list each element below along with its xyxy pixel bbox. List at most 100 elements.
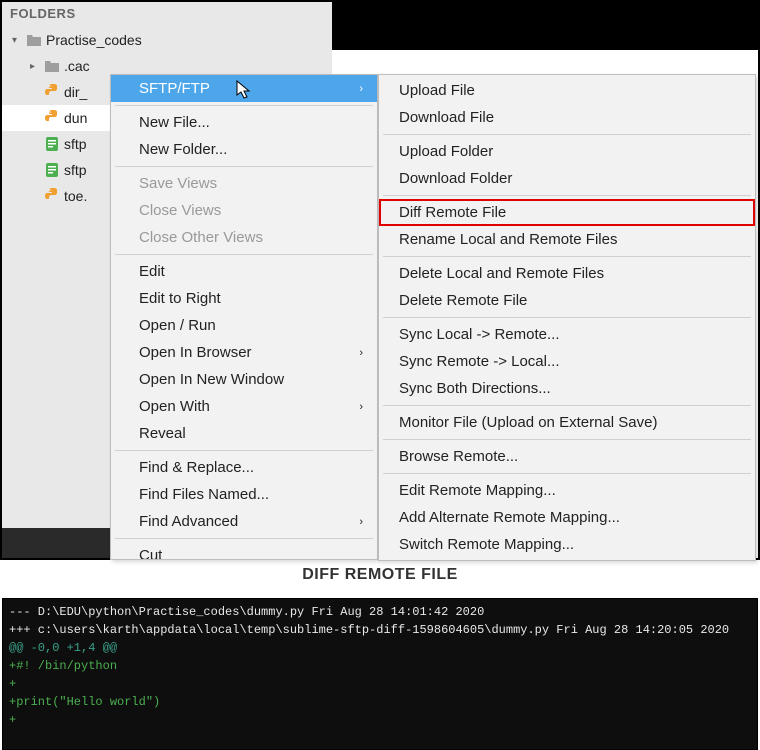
submenu-item[interactable]: Download Folder: [379, 165, 755, 192]
submenu-item-label: Delete Local and Remote Files: [399, 265, 604, 282]
terminal-diff-output: --- D:\EDU\python\Practise_codes\dummy.p…: [2, 598, 758, 750]
submenu-item[interactable]: Download File: [379, 104, 755, 131]
submenu-item[interactable]: Delete Local and Remote Files: [379, 260, 755, 287]
menu-item-label: Close Views: [139, 202, 221, 219]
menu-item[interactable]: Open In New Window: [111, 366, 377, 393]
terminal-line: +print("Hello world"): [9, 693, 751, 711]
menu-item[interactable]: Open With›: [111, 393, 377, 420]
menu-item: Close Views: [111, 197, 377, 224]
submenu-item[interactable]: Monitor File (Upload on External Save): [379, 409, 755, 436]
terminal-line: +: [9, 711, 751, 729]
submenu-item-label: Switch Remote Mapping...: [399, 536, 574, 553]
status-strip: [2, 528, 112, 558]
submenu-item-label: Sync Remote -> Local...: [399, 353, 560, 370]
menu-item[interactable]: Edit: [111, 258, 377, 285]
menu-item[interactable]: Edit to Right: [111, 285, 377, 312]
submenu-item[interactable]: Upload Folder: [379, 138, 755, 165]
menu-item-label: Find Advanced: [139, 513, 238, 530]
submenu-item[interactable]: Sync Local -> Remote...: [379, 321, 755, 348]
terminal-line: +#! /bin/python: [9, 657, 751, 675]
tree-root[interactable]: ▾ Practise_codes: [2, 27, 332, 53]
menu-separator: [115, 538, 373, 539]
menu-item: Close Other Views: [111, 224, 377, 251]
menu-item[interactable]: SFTP/FTP›: [111, 75, 377, 102]
submenu-item[interactable]: Diff Remote File: [379, 199, 755, 226]
folder-icon: [42, 59, 62, 73]
json-icon: [42, 162, 62, 178]
tree-item-label: sftp: [62, 162, 87, 178]
menu-item-label: Save Views: [139, 175, 217, 192]
tree-item-label: sftp: [62, 136, 87, 152]
menu-separator: [115, 450, 373, 451]
menu-item-label: New File...: [139, 114, 210, 131]
submenu-item-label: Upload Folder: [399, 143, 493, 160]
menu-item[interactable]: New File...: [111, 109, 377, 136]
menu-item[interactable]: Find Advanced ›: [111, 508, 377, 535]
menu-separator: [383, 439, 751, 440]
submenu-item[interactable]: Switch Remote Mapping...: [379, 531, 755, 558]
menu-separator: [383, 256, 751, 257]
menu-item[interactable]: Open / Run: [111, 312, 377, 339]
python-icon: [42, 84, 62, 100]
terminal-line: @@ -0,0 +1,4 @@: [9, 639, 751, 657]
submenu-item-label: Browse Remote...: [399, 448, 518, 465]
submenu-item-label: Upload File: [399, 82, 475, 99]
terminal-line: +++ c:\users\karth\appdata\local\temp\su…: [9, 621, 751, 639]
menu-item[interactable]: Find Files Named...: [111, 481, 377, 508]
menu-separator: [115, 254, 373, 255]
submenu-item[interactable]: Add Alternate Remote Mapping...: [379, 504, 755, 531]
menu-item[interactable]: Cut: [111, 542, 377, 560]
submenu-item[interactable]: Upload File: [379, 77, 755, 104]
sftp-submenu: Upload File Download File Upload Folder Dow…: [378, 74, 756, 561]
submenu-item[interactable]: Browse Remote...: [379, 443, 755, 470]
python-icon: [42, 110, 62, 126]
submenu-item-label: Download File: [399, 109, 494, 126]
folder-icon: [24, 33, 44, 47]
submenu-item[interactable]: Sync Remote -> Local...: [379, 348, 755, 375]
editor-tabbar: [332, 2, 758, 50]
menu-item[interactable]: Reveal: [111, 420, 377, 447]
menu-item-label: Open / Run: [139, 317, 216, 334]
menu-separator: [383, 317, 751, 318]
menu-separator: [115, 166, 373, 167]
submenu-item-label: Add Alternate Remote Mapping...: [399, 509, 620, 526]
python-icon: [42, 188, 62, 204]
menu-item[interactable]: New Folder...: [111, 136, 377, 163]
submenu-item-label: Sync Local -> Remote...: [399, 326, 560, 343]
menu-item-label: Edit to Right: [139, 290, 221, 307]
menu-separator: [383, 134, 751, 135]
tree-item-label: dun: [62, 110, 87, 126]
chevron-right-icon: ›: [359, 516, 363, 528]
chevron-right-icon: ›: [359, 83, 363, 95]
sidebar-header: FOLDERS: [2, 2, 332, 25]
chevron-right-icon: ▸: [30, 61, 42, 72]
menu-item-label: Find Files Named...: [139, 486, 269, 503]
menu-item-label: Cut: [139, 547, 162, 560]
menu-item-label: Edit: [139, 263, 165, 280]
menu-item-label: Open In New Window: [139, 371, 284, 388]
submenu-item-label: Diff Remote File: [399, 204, 506, 221]
menu-item-label: Open In Browser: [139, 344, 252, 361]
menu-separator: [383, 195, 751, 196]
tree-root-label: Practise_codes: [44, 32, 142, 48]
editor-window: FOLDERS ▾ Practise_codes ▸ .cac dir_dun sft…: [0, 0, 760, 560]
menu-separator: [383, 473, 751, 474]
menu-item[interactable]: Open In Browser›: [111, 339, 377, 366]
submenu-item-label: Delete Remote File: [399, 292, 527, 309]
menu-item: Save Views: [111, 170, 377, 197]
submenu-item[interactable]: Rename Local and Remote Files: [379, 226, 755, 253]
chevron-right-icon: ›: [359, 401, 363, 413]
menu-item[interactable]: Find & Replace...: [111, 454, 377, 481]
tree-item-label: dir_: [62, 84, 87, 100]
submenu-item-label: Sync Both Directions...: [399, 380, 551, 397]
submenu-item-label: Edit Remote Mapping...: [399, 482, 556, 499]
menu-item-label: Close Other Views: [139, 229, 263, 246]
submenu-item[interactable]: Edit Remote Mapping...: [379, 477, 755, 504]
submenu-item[interactable]: Delete Remote File: [379, 287, 755, 314]
caption: DIFF REMOTE FILE: [0, 560, 760, 598]
submenu-item-label: Rename Local and Remote Files: [399, 231, 617, 248]
submenu-item[interactable]: Sync Both Directions...: [379, 375, 755, 402]
tree-item-label: .cac: [62, 58, 90, 74]
submenu-item-label: Download Folder: [399, 170, 512, 187]
terminal-line: +: [9, 675, 751, 693]
